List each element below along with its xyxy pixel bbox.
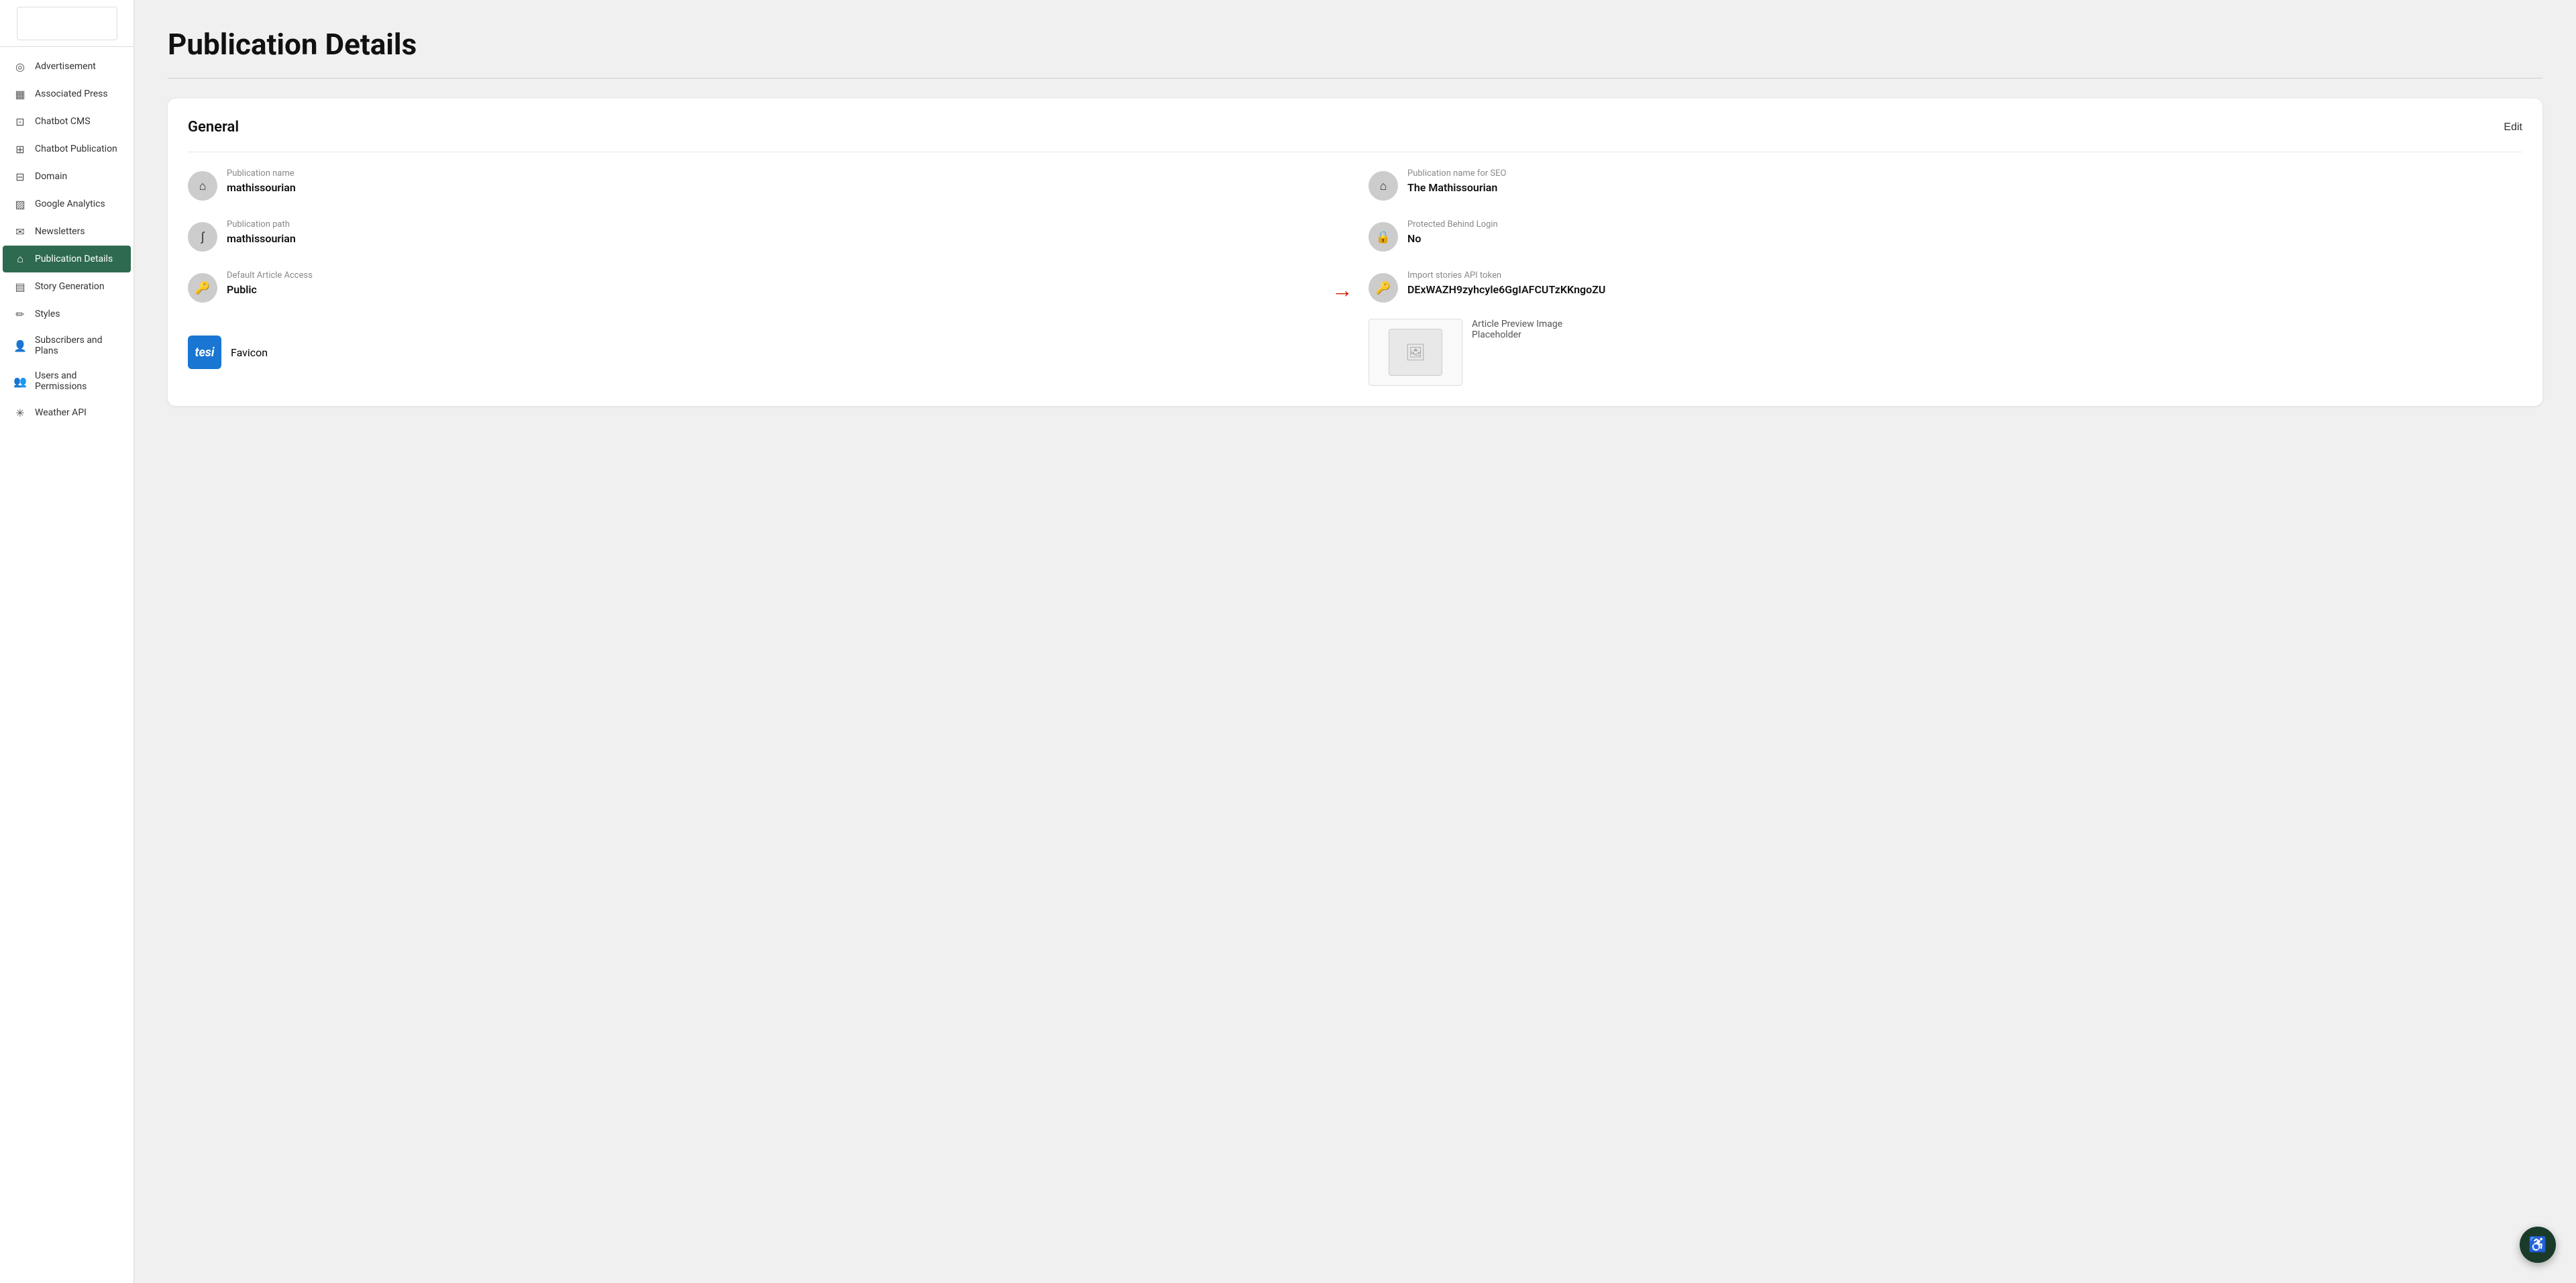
main-content: Publication Details General Edit ⌂ Public…: [134, 0, 2576, 1283]
sidebar-item-weather-api[interactable]: ✳ Weather API: [3, 399, 131, 426]
edit-button[interactable]: Edit: [2504, 121, 2522, 134]
sidebar-label-associated-press: Associated Press: [35, 89, 108, 99]
sidebar-label-subscribers-and-plans: Subscribers and Plans: [35, 335, 120, 356]
field-content-import-stories-api-token: Import stories API token DExWAZH9zyhcyle6…: [1407, 270, 1605, 296]
favicon-row: tesi Favicon: [188, 319, 1342, 386]
sidebar-label-weather-api: Weather API: [35, 407, 87, 418]
sidebar-item-associated-press[interactable]: ▦ Associated Press: [3, 81, 131, 107]
fab-icon: ♿: [2528, 1237, 2546, 1253]
favicon-label: Favicon: [231, 346, 268, 359]
field-value-publication-name: mathissourian: [227, 181, 296, 194]
associated-press-icon: ▦: [13, 87, 27, 101]
field-label-publication-name-seo: Publication name for SEO: [1407, 168, 1506, 178]
field-value-publication-path: mathissourian: [227, 232, 296, 245]
sidebar-label-chatbot-publication: Chatbot Publication: [35, 144, 117, 154]
sidebar-item-publication-details[interactable]: ⌂ Publication Details: [3, 246, 131, 272]
field-content-default-article-access: Default Article Access Public: [227, 270, 313, 296]
field-row-default-article-access: 🔑 Default Article Access Public: [188, 270, 1342, 303]
sidebar-label-advertisement: Advertisement: [35, 61, 96, 72]
sidebar: ◎ Advertisement ▦ Associated Press ⊡ Chatbot …: [0, 0, 134, 1283]
sidebar-label-styles: Styles: [35, 309, 60, 319]
general-card: General Edit ⌂ Publication name mathissour…: [168, 99, 2542, 406]
sidebar-item-story-generation[interactable]: ▤ Story Generation: [3, 273, 131, 300]
field-row-publication-path: ∫ Publication path mathissourian: [188, 219, 1342, 252]
field-content-publication-name-seo: Publication name for SEO The Mathissouria…: [1407, 168, 1506, 194]
chatbot-cms-icon: ⊡: [13, 115, 27, 128]
advertisement-icon: ◎: [13, 60, 27, 73]
sidebar-logo: [0, 0, 133, 47]
field-content-publication-name: Publication name mathissourian: [227, 168, 296, 194]
field-content-protected-behind-login: Protected Behind Login No: [1407, 219, 1498, 245]
field-row-publication-name-seo: ⌂ Publication name for SEO The Mathissouri…: [1368, 168, 2522, 201]
newsletters-icon: ✉: [13, 225, 27, 238]
field-label-import-stories-api-token: Import stories API token: [1407, 270, 1605, 280]
weather-api-icon: ✳: [13, 406, 27, 419]
article-preview-box: 🖼 Article Preview Image Placeholder: [1368, 319, 2522, 386]
field-value-import-stories-api-token: DExWAZH9zyhcyle6GgIAFCUTzKKngoZU: [1407, 283, 1605, 296]
lock-icon: 🔒: [1368, 222, 1398, 252]
card-title: General: [188, 119, 239, 136]
sidebar-item-domain[interactable]: ⊟ Domain: [3, 163, 131, 190]
field-label-default-article-access: Default Article Access: [227, 270, 313, 280]
field-value-publication-name-seo: The Mathissourian: [1407, 181, 1506, 194]
fab-button[interactable]: ♿: [2520, 1227, 2556, 1263]
field-label-publication-name: Publication name: [227, 168, 296, 178]
field-value-protected-behind-login: No: [1407, 232, 1498, 245]
sidebar-label-users-and-permissions: Users and Permissions: [35, 370, 120, 392]
story-generation-icon: ▤: [13, 280, 27, 293]
favicon-section: tesi Favicon 🖼 Article Preview Image Pla…: [188, 319, 2522, 386]
article-preview-label: Article Preview Image Placeholder: [1472, 319, 1562, 340]
sidebar-nav: ◎ Advertisement ▦ Associated Press ⊡ Chatbot …: [0, 47, 133, 1283]
preview-image-outer: 🖼: [1368, 319, 1462, 386]
favicon-thumb: tesi: [188, 336, 221, 369]
house-icon: ⌂: [1368, 171, 1398, 201]
sidebar-item-advertisement[interactable]: ◎ Advertisement: [3, 53, 131, 80]
chatbot-publication-icon: ⊞: [13, 142, 27, 156]
sidebar-label-domain: Domain: [35, 171, 67, 182]
sidebar-item-subscribers-and-plans[interactable]: 👤 Subscribers and Plans: [3, 328, 131, 363]
red-arrow-icon: →: [1332, 277, 1353, 303]
path-icon: ∫: [188, 222, 217, 252]
field-label-protected-behind-login: Protected Behind Login: [1407, 219, 1498, 229]
logo-box: [17, 7, 117, 40]
sidebar-item-chatbot-publication[interactable]: ⊞ Chatbot Publication: [3, 136, 131, 162]
sidebar-label-story-generation: Story Generation: [35, 281, 105, 292]
title-divider: [168, 78, 2542, 79]
page-title: Publication Details: [168, 27, 2542, 62]
subscribers-and-plans-icon: 👤: [13, 339, 27, 352]
sidebar-item-chatbot-cms[interactable]: ⊡ Chatbot CMS: [3, 108, 131, 135]
key-icon: 🔑: [1368, 273, 1398, 303]
field-row-publication-name: ⌂ Publication name mathissourian: [188, 168, 1342, 201]
users-and-permissions-icon: 👥: [13, 374, 27, 388]
domain-icon: ⊟: [13, 170, 27, 183]
sidebar-item-newsletters[interactable]: ✉ Newsletters: [3, 218, 131, 245]
fields-grid: ⌂ Publication name mathissourian ⌂ Publicati…: [188, 168, 2522, 303]
field-value-default-article-access: Public: [227, 283, 313, 296]
field-label-publication-path: Publication path: [227, 219, 296, 229]
publication-details-icon: ⌂: [13, 252, 27, 266]
sidebar-item-google-analytics[interactable]: ▨ Google Analytics: [3, 191, 131, 217]
house-icon: ⌂: [188, 171, 217, 201]
field-row-protected-behind-login: 🔒 Protected Behind Login No: [1368, 219, 2522, 252]
sidebar-item-users-and-permissions[interactable]: 👥 Users and Permissions: [3, 364, 131, 399]
field-row-import-stories-api-token: →🔑Import stories API tokenDExWAZH9zyhcyl…: [1368, 270, 2522, 303]
image-icon: 🖼: [1405, 343, 1426, 362]
styles-icon: ✏: [13, 307, 27, 321]
key-icon: 🔑: [188, 273, 217, 303]
google-analytics-icon: ▨: [13, 197, 27, 211]
sidebar-label-chatbot-cms: Chatbot CMS: [35, 116, 91, 127]
sidebar-label-google-analytics: Google Analytics: [35, 199, 105, 209]
sidebar-label-newsletters: Newsletters: [35, 226, 85, 237]
preview-image-placeholder: 🖼: [1389, 329, 1442, 376]
sidebar-item-styles[interactable]: ✏ Styles: [3, 301, 131, 327]
sidebar-label-publication-details: Publication Details: [35, 254, 113, 264]
field-content-publication-path: Publication path mathissourian: [227, 219, 296, 245]
favicon-text: tesi: [195, 346, 215, 360]
card-header: General Edit: [188, 119, 2522, 136]
